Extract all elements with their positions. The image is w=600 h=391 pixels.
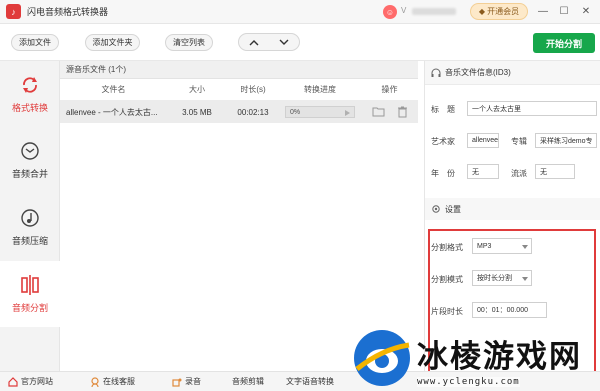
file-name: allenvee - 一个人去太古... [66, 107, 158, 117]
column-header: 文件名 [101, 85, 126, 94]
sidebar-item-audio-merge[interactable]: 音频合并 [0, 127, 60, 193]
bottom-link-label: 录音 [185, 377, 201, 386]
artist-input[interactable]: allenvee [467, 133, 499, 148]
online-support-link[interactable]: 在线客服 [90, 376, 135, 387]
watermark-logo-icon [354, 330, 410, 386]
user-name-blurred[interactable] [412, 8, 456, 15]
toolbar: 添加文件 添加文件夹 清空列表 开始分割 [0, 24, 600, 61]
segment-duration-input[interactable]: 00：01：00.000 [472, 302, 547, 318]
site-watermark: 冰棱游戏网 www.yclengku.com [349, 325, 600, 391]
bottom-link-label: 在线客服 [103, 377, 135, 386]
app-logo-icon: ♪ [6, 4, 21, 19]
column-header: 大小 [189, 85, 205, 94]
sidebar: 格式转换 音频合并 音频压缩 音频分割 [0, 61, 60, 371]
year-input[interactable]: 无 [467, 164, 499, 179]
sidebar-item-label: 格式转换 [11, 103, 48, 113]
chevron-down-icon [522, 277, 528, 281]
progress-bar: 0% [285, 106, 355, 118]
artist-label: 艺术家 [431, 137, 455, 146]
file-table-header: 文件名 大小 时长(s) 转换进度 操作 [60, 79, 418, 101]
merge-icon [19, 140, 41, 162]
progress-text: 0% [290, 108, 301, 116]
file-size: 3.05 MB [182, 107, 212, 117]
vip-badge-icon: V [401, 6, 407, 15]
sidebar-item-audio-split[interactable]: 音频分割 [0, 261, 60, 327]
headphone-icon [431, 68, 441, 77]
home-icon [8, 376, 18, 387]
split-format-select[interactable]: MP3 [472, 238, 532, 254]
watermark-url: www.yclengku.com [417, 377, 520, 387]
bottom-link-label: 文字语音转换 [286, 377, 334, 386]
clear-list-button[interactable]: 清空列表 [165, 34, 213, 51]
bottom-link-label: 音频剪辑 [232, 377, 264, 386]
year-label: 年 份 [431, 169, 455, 178]
minimize-icon[interactable]: — [535, 3, 551, 20]
puzzle-icon [172, 377, 182, 387]
split-mode-select[interactable]: 按时长分割 [472, 270, 532, 286]
album-label: 专辑 [511, 137, 527, 146]
support-icon [90, 376, 100, 387]
sidebar-item-label: 音频压缩 [11, 236, 48, 246]
folder-icon[interactable] [372, 106, 385, 117]
audio-edit-link[interactable]: 音频剪辑 [232, 376, 264, 387]
gear-icon [432, 205, 440, 213]
split-format-label: 分割格式 [431, 243, 463, 252]
user-avatar[interactable]: ☺ [383, 5, 397, 19]
chevron-down-icon [279, 39, 289, 45]
diamond-icon: ◆ [478, 7, 486, 16]
chevron-down-icon [522, 245, 528, 249]
sidebar-item-label: 音频分割 [11, 303, 48, 313]
add-file-button[interactable]: 添加文件 [11, 34, 59, 51]
reorder-buttons [238, 33, 300, 51]
column-header: 转换进度 [304, 85, 336, 94]
segment-duration-label: 片段时长 [431, 307, 463, 316]
music-note-icon [19, 207, 41, 229]
table-row[interactable]: allenvee - 一个人去太古... 3.05 MB 00:02:13 0% [60, 101, 418, 123]
trash-icon[interactable] [397, 106, 408, 118]
chevron-up-icon [249, 39, 259, 45]
genre-label: 流派 [511, 169, 527, 178]
split-icon [19, 274, 41, 296]
title-input[interactable]: 一个人去太古里 [467, 101, 597, 116]
move-up-button[interactable] [239, 34, 269, 50]
move-down-button[interactable] [269, 34, 299, 50]
file-list-header: 源音乐文件 (1个) [60, 61, 418, 79]
start-split-button[interactable]: 开始分割 [533, 33, 595, 53]
vip-button-label: 开通会员 [487, 7, 520, 16]
column-header: 时长(s) [240, 85, 266, 94]
official-site-link[interactable]: 官方网站 [8, 376, 53, 387]
id3-title-text: 音乐文件信息(ID3) [445, 68, 511, 77]
refresh-icon [19, 74, 41, 96]
record-link[interactable]: 录音 [172, 376, 201, 387]
vip-button[interactable]: ◆ 开通会员 [470, 3, 528, 20]
file-duration: 00:02:13 [237, 107, 269, 117]
id3-section-title: 音乐文件信息(ID3) [425, 61, 600, 85]
split-format-value: MP3 [477, 242, 492, 250]
settings-section-title: 设置 [425, 198, 600, 220]
split-mode-label: 分割模式 [431, 275, 463, 284]
maximize-icon[interactable]: ☐ [556, 3, 572, 20]
title-label: 标 题 [431, 105, 455, 114]
album-input[interactable]: 采样练习demo专 [535, 133, 597, 148]
title-bar: ♪ 闪电音频格式转换器 ☺ V ◆ 开通会员 — ☐ ✕ [0, 0, 600, 24]
sidebar-item-label: 音频合并 [11, 169, 48, 179]
sidebar-item-audio-compress[interactable]: 音频压缩 [0, 194, 60, 260]
column-header: 操作 [381, 85, 398, 94]
split-mode-value: 按时长分割 [477, 275, 512, 282]
bottom-link-label: 官方网站 [21, 377, 53, 386]
add-folder-button[interactable]: 添加文件夹 [85, 34, 140, 51]
sidebar-item-format-convert[interactable]: 格式转换 [0, 61, 60, 127]
play-icon[interactable] [345, 110, 350, 116]
settings-title-text: 设置 [445, 204, 461, 214]
watermark-text: 冰棱游戏网 [417, 339, 582, 375]
text-to-speech-link[interactable]: 文字语音转换 [286, 376, 334, 387]
app-title: 闪电音频格式转换器 [27, 7, 109, 17]
close-icon[interactable]: ✕ [578, 3, 594, 20]
genre-input[interactable]: 无 [535, 164, 575, 179]
